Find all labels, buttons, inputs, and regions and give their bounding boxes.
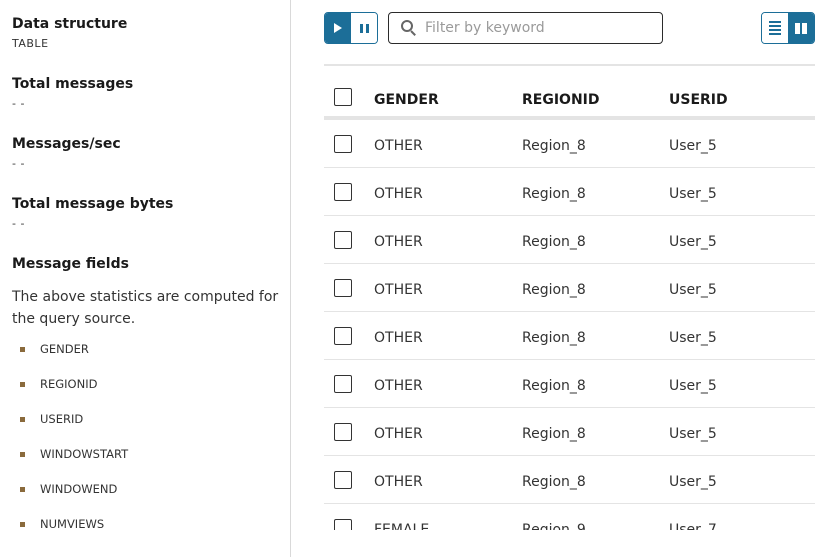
row-checkbox[interactable]	[334, 231, 352, 249]
cell-gender: OTHER	[374, 282, 423, 298]
cell-userid: User_5	[669, 330, 717, 346]
bullet-icon	[20, 451, 25, 457]
table-row[interactable]: OTHER Region_8 User_5	[324, 312, 815, 360]
stats-description: The above statistics are computed for th…	[12, 289, 279, 327]
row-checkbox[interactable]	[334, 423, 352, 441]
list-item: NUMVIEWS	[20, 517, 104, 531]
stat-title: Total messages	[12, 76, 134, 92]
stat-title: Messages/sec	[12, 136, 121, 152]
cell-gender: OTHER	[374, 330, 423, 346]
cell-gender: OTHER	[374, 138, 423, 154]
column-header-userid[interactable]: USERID	[669, 92, 728, 108]
stat-value: - -	[12, 217, 25, 230]
messages-table: GENDER REGIONID USERID OTHER Region_8 User…	[324, 64, 815, 530]
table-body: OTHER Region_8 User_5 OTHER Region_8 User_5 OT…	[324, 120, 815, 530]
table-row[interactable]: OTHER Region_8 User_5	[324, 456, 815, 504]
cell-userid: User_5	[669, 186, 717, 202]
table-row[interactable]: OTHER Region_8 User_5	[324, 408, 815, 456]
row-checkbox[interactable]	[334, 279, 352, 297]
stat-messages-per-sec: Messages/sec - -	[12, 135, 121, 171]
column-header-regionid[interactable]: REGIONID	[522, 92, 600, 108]
table-row[interactable]: FEMALE Region_9 User_7	[324, 504, 815, 530]
list-item: USERID	[20, 412, 83, 426]
select-all-checkbox[interactable]	[334, 88, 352, 106]
stat-value: - -	[12, 97, 25, 110]
table-header: GENDER REGIONID USERID	[324, 66, 815, 120]
section-title: Message fields	[12, 256, 129, 272]
bullet-icon	[20, 416, 25, 422]
cell-regionid: Region_8	[522, 138, 586, 154]
stat-title: Total message bytes	[12, 196, 174, 212]
cell-gender: FEMALE	[374, 522, 430, 530]
cell-gender: OTHER	[374, 474, 423, 490]
cell-userid: User_5	[669, 282, 717, 298]
row-checkbox[interactable]	[334, 375, 352, 393]
pause-icon	[359, 23, 369, 33]
cell-regionid: Region_8	[522, 474, 586, 490]
cell-regionid: Region_9	[522, 522, 586, 530]
stat-value: - -	[12, 157, 25, 170]
message-fields-heading: Message fields	[12, 255, 129, 273]
list-item: WINDOWSTART	[20, 447, 128, 461]
bullet-icon	[20, 521, 25, 527]
list-item: REGIONID	[20, 377, 97, 391]
list-item: GENDER	[20, 342, 89, 356]
play-icon	[334, 23, 343, 33]
list-view-icon	[769, 21, 782, 35]
field-name: USERID	[40, 412, 84, 426]
field-name: REGIONID	[40, 377, 98, 391]
table-row[interactable]: OTHER Region_8 User_5	[324, 360, 815, 408]
bullet-icon	[20, 486, 25, 492]
list-view-button[interactable]	[762, 13, 789, 43]
cell-regionid: Region_8	[522, 282, 586, 298]
row-checkbox[interactable]	[334, 135, 352, 153]
cell-regionid: Region_8	[522, 234, 586, 250]
stat-total-message-bytes: Total message bytes - -	[12, 195, 173, 231]
list-item: WINDOWEND	[20, 482, 117, 496]
column-view-button[interactable]	[788, 13, 814, 43]
field-name: GENDER	[40, 342, 89, 356]
play-button[interactable]	[325, 13, 352, 43]
cell-userid: User_5	[669, 138, 717, 154]
bullet-icon	[20, 381, 25, 387]
pause-button[interactable]	[351, 13, 377, 43]
field-name: WINDOWSTART	[40, 447, 129, 461]
table-row[interactable]: OTHER Region_8 User_5	[324, 216, 815, 264]
row-checkbox[interactable]	[334, 183, 352, 201]
search-box	[388, 12, 663, 44]
stat-total-messages: Total messages - -	[12, 75, 133, 111]
cell-gender: OTHER	[374, 426, 423, 442]
column-header-gender[interactable]: GENDER	[374, 92, 439, 108]
row-checkbox[interactable]	[334, 519, 352, 530]
stat-value: TABLE	[12, 37, 49, 50]
stream-control-group	[324, 12, 378, 44]
cell-gender: OTHER	[374, 378, 423, 394]
row-checkbox[interactable]	[334, 471, 352, 489]
cell-regionid: Region_8	[522, 426, 586, 442]
column-view-icon	[795, 22, 808, 34]
field-name: NUMVIEWS	[40, 517, 105, 531]
table-row[interactable]: OTHER Region_8 User_5	[324, 120, 815, 168]
cell-userid: User_5	[669, 378, 717, 394]
stat-data-structure: Data structure TABLE	[12, 15, 127, 51]
stat-title: Data structure	[12, 16, 128, 32]
cell-userid: User_5	[669, 474, 717, 490]
table-row[interactable]: OTHER Region_8 User_5	[324, 168, 815, 216]
cell-regionid: Region_8	[522, 186, 586, 202]
cell-userid: User_7	[669, 522, 717, 530]
cell-regionid: Region_8	[522, 330, 586, 346]
field-name: WINDOWEND	[40, 482, 118, 496]
table-row[interactable]: OTHER Region_8 User_5	[324, 264, 815, 312]
cell-userid: User_5	[669, 426, 717, 442]
cell-userid: User_5	[669, 234, 717, 250]
cell-gender: OTHER	[374, 234, 423, 250]
search-input[interactable]	[425, 20, 655, 36]
row-checkbox[interactable]	[334, 327, 352, 345]
stats-panel: Data structure TABLE Total messages - - …	[0, 0, 291, 557]
cell-gender: OTHER	[374, 186, 423, 202]
search-icon	[401, 20, 417, 36]
bullet-icon	[20, 346, 25, 352]
view-toggle-group	[761, 12, 815, 44]
cell-regionid: Region_8	[522, 378, 586, 394]
